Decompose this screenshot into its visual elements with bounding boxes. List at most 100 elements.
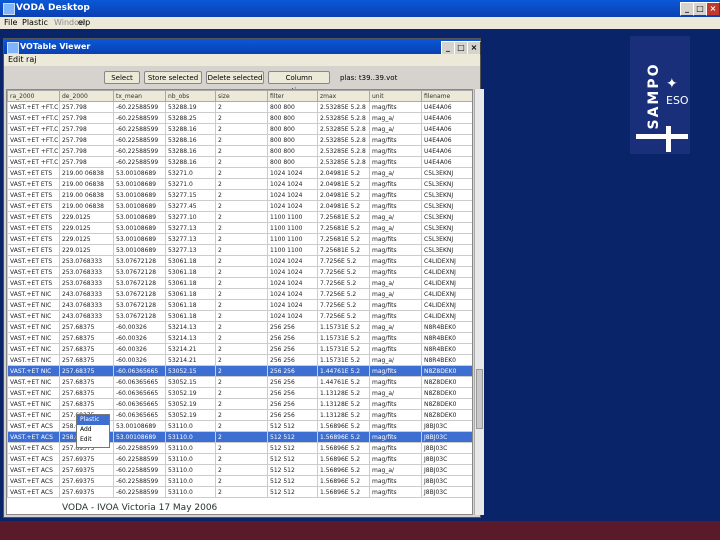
- table-row[interactable]: VAST.+ET NIC 243.0768333 53.07672128 53061.…: [7, 310, 472, 322]
- table-cell: 800 800: [267, 134, 318, 146]
- table-cell: 53061.18: [165, 255, 216, 267]
- table-row[interactable]: VAST.+ET ETS 219.00 06838 53.00108689 53271…: [7, 167, 472, 179]
- table-cell: 1024 1024: [267, 200, 318, 212]
- table-row[interactable]: VAST.+ET ETS 219.00 06838 53.00108689 53277…: [7, 189, 472, 201]
- table-row[interactable]: VAST.+ET ACS 257.69375 -60.22588599 53110.0…: [7, 464, 472, 476]
- store-selected-button[interactable]: Store selected: [144, 71, 202, 84]
- table-row[interactable]: VAST.+ET ETS 219.00 06838 53.00108689 53277…: [7, 200, 472, 212]
- delete-selected-button[interactable]: Delete selected: [206, 71, 264, 84]
- table-cell: 2: [215, 233, 268, 245]
- table-row[interactable]: VAST.+ET ETS 253.0768333 53.07672128 53061.…: [7, 255, 472, 267]
- table-cell: VAST.+ET NIC: [7, 376, 60, 388]
- column-header[interactable]: unit: [369, 90, 422, 102]
- table-row[interactable]: VAST.+ET +FT.C 257.798 -60.22588599 53288.1…: [7, 134, 472, 146]
- table-cell: 53052.19: [165, 387, 216, 399]
- outer-maximize-button[interactable]: □: [693, 2, 707, 16]
- table-cell: J8BJ03C: [421, 486, 472, 498]
- table-cell: -60.00326: [113, 332, 166, 344]
- table-row[interactable]: VAST.+ET NIC 257.68375 -60.00326 53214.13 2 2…: [7, 321, 472, 333]
- table-row[interactable]: VAST.+ET +FT.C 257.798 -60.22588599 53288.1…: [7, 101, 472, 113]
- inner-close-button[interactable]: ×: [467, 41, 481, 55]
- menu-file[interactable]: File: [4, 18, 17, 27]
- table-row[interactable]: VAST.+ET ACS 257.69375 -60.22588599 53110.0…: [7, 475, 472, 487]
- context-menu-item-edit[interactable]: Edit: [77, 435, 109, 445]
- table-row[interactable]: VAST.+ET NIC 257.68375 -60.00326 53214.21 2 2…: [7, 354, 472, 366]
- column-header[interactable]: filename: [421, 90, 472, 102]
- file-name-label: plas: t39..39.vot: [340, 74, 398, 82]
- table-cell: 53277.10: [165, 211, 216, 223]
- table-cell: C4LIDEXNJ: [421, 299, 472, 311]
- table-cell: 2: [215, 310, 268, 322]
- table-cell: 2: [215, 123, 268, 135]
- table-row[interactable]: VAST.+ET NIC 243.0768333 53.07672128 53061.…: [7, 288, 472, 300]
- table-cell: 2.53285E 5.2.8: [317, 101, 370, 113]
- table-row[interactable]: VAST.+ET ACS 257.69375 -60.22588599 53110.0…: [7, 486, 472, 498]
- table-row[interactable]: VAST.+ET ETS 229.0125 53.00108689 53277.13 2…: [7, 222, 472, 234]
- table-row[interactable]: VAST.+ET ETS 229.0125 53.00108689 53277.10 2…: [7, 211, 472, 223]
- vertical-scrollbar[interactable]: [474, 89, 484, 515]
- table-cell: VAST.+ET NIC: [7, 365, 60, 377]
- table-row[interactable]: VAST.+ET ETS 229.0125 53.00108689 53277.13 2…: [7, 233, 472, 245]
- table-cell: mag/fits: [369, 343, 422, 355]
- table-cell: mag_a/: [369, 277, 422, 289]
- column-header[interactable]: ra_2000: [7, 90, 60, 102]
- table-row[interactable]: VAST.+ET +FT.C 257.798 -60.22588599 53288.1…: [7, 145, 472, 157]
- table-row[interactable]: VAST.+ET NIC 257.68375 -60.00326 53214.13 2 2…: [7, 332, 472, 344]
- table-cell: 2: [215, 409, 268, 421]
- table-cell: 53.00108689: [113, 167, 166, 179]
- table-row[interactable]: VAST.+ET NIC257.68375-60.0636566553052.1…: [7, 376, 472, 388]
- table-row[interactable]: VAST.+ET NIC257.68375-60.0636566553052.1…: [7, 398, 472, 410]
- scrollbar-thumb[interactable]: [476, 369, 483, 429]
- column-header[interactable]: nb_obs: [165, 90, 216, 102]
- table-cell: mag_a/: [369, 464, 422, 476]
- context-menu-item-plastic[interactable]: Plastic: [77, 415, 109, 425]
- column-header[interactable]: filter: [267, 90, 318, 102]
- table-row[interactable]: VAST.+ET ETS 253.0768333 53.07672128 53061.…: [7, 277, 472, 289]
- table-row[interactable]: VAST.+ET NIC257.68375-60.0636566553052.1…: [7, 387, 472, 399]
- column-header[interactable]: size: [215, 90, 268, 102]
- column-options-button[interactable]: Column options...: [268, 71, 330, 95]
- table-cell: 53110.0: [165, 453, 216, 465]
- inner-title-bar: VOTable Viewer _ □ ×: [4, 39, 481, 55]
- table-cell: VAST.+ET ACS: [7, 486, 60, 498]
- outer-close-button[interactable]: ×: [706, 2, 720, 16]
- table-cell: N8Z8DEK0: [421, 398, 472, 410]
- menu-help[interactable]: elp: [78, 18, 90, 27]
- table-row[interactable]: VAST.+ET NIC 257.68375 -60.00326 53214.21 2 2…: [7, 343, 472, 355]
- table-row[interactable]: VAST.+ET ETS 229.0125 53.00108689 53277.13 2…: [7, 244, 472, 256]
- table-row[interactable]: VAST.+ET NIC257.68375-60.0636566553052.1…: [7, 365, 472, 377]
- outer-minimize-button[interactable]: _: [680, 2, 694, 16]
- table-cell: mag/fits: [369, 255, 422, 267]
- table-cell: 1.56896E 5.2: [317, 420, 370, 432]
- table-cell: 2: [215, 387, 268, 399]
- table-cell: 53061.18: [165, 266, 216, 278]
- table-cell: 257.68375: [59, 376, 114, 388]
- table-cell: 257.68375: [59, 365, 114, 377]
- table-cell: 2: [215, 167, 268, 179]
- table-row[interactable]: VAST.+ET ACS 257.69375 -60.22588599 53110.0…: [7, 453, 472, 465]
- table-row[interactable]: VAST.+ET +FT.C 257.798 -60.22588599 53288.1…: [7, 156, 472, 168]
- context-menu-item-add[interactable]: Add: [77, 425, 109, 435]
- table-cell: 512 512: [267, 464, 318, 476]
- table-cell: 2.04981E 5.2: [317, 189, 370, 201]
- table-cell: 2: [215, 464, 268, 476]
- column-header[interactable]: zmax: [317, 90, 370, 102]
- table-row[interactable]: VAST.+ET ETS 219.00 06838 53.00108689 53271…: [7, 178, 472, 190]
- table-row[interactable]: VAST.+ET +FT.C 257.798 -60.22588599 53288.1…: [7, 123, 472, 135]
- menu-edit[interactable]: Edit raj: [8, 55, 36, 64]
- inner-minimize-button[interactable]: _: [441, 41, 455, 55]
- table-row[interactable]: VAST.+ET +FT.C 257.798 -60.22588599 53288.2…: [7, 112, 472, 124]
- menu-plastic[interactable]: Plastic: [22, 18, 48, 27]
- inner-maximize-button[interactable]: □: [454, 41, 468, 55]
- table-cell: 53277.13: [165, 244, 216, 256]
- table-cell: VAST.+ET ETS: [7, 266, 60, 278]
- column-header[interactable]: de_2000: [59, 90, 114, 102]
- table-row[interactable]: VAST.+ET NIC 243.0768333 53.07672128 53061.…: [7, 299, 472, 311]
- table-row[interactable]: VAST.+ET ETS 253.0768333 53.07672128 53061.…: [7, 266, 472, 278]
- column-header[interactable]: tx_mean: [113, 90, 166, 102]
- table-cell: 1100 1100: [267, 222, 318, 234]
- table-cell: 1100 1100: [267, 233, 318, 245]
- select-button[interactable]: Select: [104, 71, 140, 84]
- table-cell: -60.22588599: [113, 442, 166, 454]
- table-header-row: ra_2000 de_2000 tx_mean nb_obs size filter zma…: [7, 90, 472, 102]
